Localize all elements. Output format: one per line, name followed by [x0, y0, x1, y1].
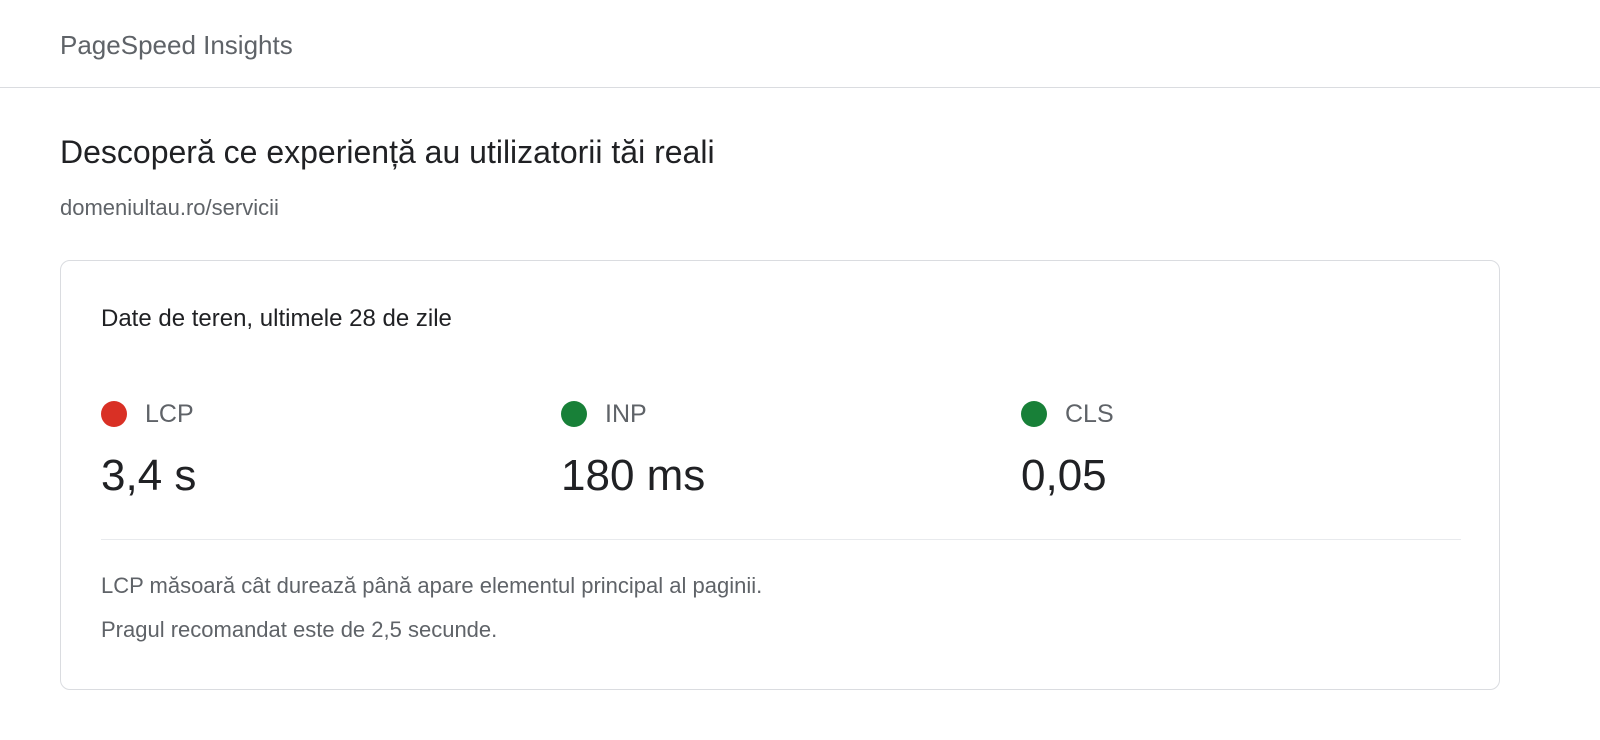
- metric-value: 180 ms: [561, 451, 706, 500]
- page-url: domeniultau.ro/servicii: [60, 195, 279, 220]
- metric-lcp: LCP 3,4 s: [101, 400, 521, 511]
- metric-name: CLS: [1065, 400, 1114, 428]
- metric-cls: CLS 0,05: [1021, 400, 1441, 511]
- card-title: Date de teren, ultimele 28 de zile: [101, 305, 452, 332]
- page-title: Descoperă ce experiență au utilizatorii …: [60, 134, 715, 170]
- status-dot-icon: [1021, 401, 1047, 427]
- metric-value: 3,4 s: [101, 451, 197, 500]
- brand-link[interactable]: PageSpeed Insights: [60, 29, 293, 61]
- top-bar: PageSpeed Insights: [0, 0, 1600, 88]
- note-lcp-description: LCP măsoară cât durează până apare eleme…: [101, 573, 763, 598]
- metric-value: 0,05: [1021, 451, 1107, 500]
- divider: [101, 539, 1461, 540]
- status-dot-icon: [561, 401, 587, 427]
- note-threshold: Pragul recomandat este de 2,5 secunde.: [101, 617, 498, 642]
- field-data-card: Date de teren, ultimele 28 de zile LCP 3…: [60, 260, 1500, 690]
- status-dot-icon: [101, 401, 127, 427]
- metric-name: LCP: [145, 400, 194, 428]
- metric-name: INP: [605, 400, 647, 428]
- metric-inp: INP 180 ms: [561, 400, 981, 511]
